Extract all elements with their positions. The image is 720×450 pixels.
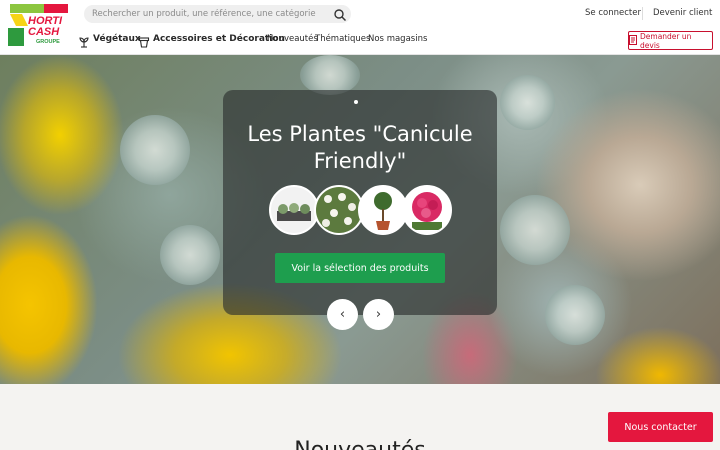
pot-icon bbox=[138, 33, 150, 48]
hero-background-plant bbox=[160, 225, 220, 285]
logo-text-groupe: GROUPE bbox=[36, 39, 60, 45]
hero-background-plant bbox=[300, 55, 360, 95]
hero-background-plant bbox=[120, 115, 190, 185]
logo-text-cash: CASH bbox=[28, 26, 60, 38]
chevron-right-icon: › bbox=[375, 307, 382, 322]
header-divider bbox=[642, 7, 643, 20]
search-bar bbox=[84, 5, 351, 23]
register-link[interactable]: Devenir client bbox=[653, 8, 712, 18]
hero-title: Les Plantes "Canicule Friendly" bbox=[247, 122, 473, 173]
plant-icon bbox=[78, 33, 90, 48]
contact-us-button[interactable]: Nous contacter bbox=[608, 412, 713, 442]
chevron-left-icon: ‹ bbox=[339, 307, 346, 322]
hero-background-plant bbox=[500, 75, 555, 130]
nav-item-thematiques[interactable]: Thématiques bbox=[315, 34, 370, 44]
carousel-prev-button[interactable]: ‹ bbox=[327, 299, 358, 330]
product-thumbnail-pink-flower[interactable] bbox=[402, 185, 452, 235]
hero-background-plant bbox=[545, 285, 605, 345]
nav-item-nouveautes[interactable]: Nouveautés bbox=[267, 34, 318, 44]
site-header: HORTI CASH GROUPE Se connecter Devenir c… bbox=[0, 0, 720, 55]
product-thumbnail-succulent-tray[interactable] bbox=[269, 185, 319, 235]
horticash-logo[interactable]: HORTI CASH GROUPE bbox=[8, 4, 70, 50]
hero-background-plant bbox=[500, 195, 570, 265]
carousel-next-button[interactable]: › bbox=[363, 299, 394, 330]
request-quote-button[interactable]: Demander un devis bbox=[628, 31, 713, 50]
login-link[interactable]: Se connecter bbox=[585, 8, 641, 18]
nav-item-magasins[interactable]: Nos magasins bbox=[368, 34, 427, 44]
document-icon bbox=[629, 34, 637, 47]
carousel-dot-active[interactable] bbox=[354, 100, 358, 104]
hero-banner: Les Plantes "Canicule Friendly" Voir la … bbox=[0, 55, 720, 384]
request-quote-label: Demander un devis bbox=[640, 31, 692, 50]
search-icon[interactable] bbox=[333, 7, 347, 22]
product-thumbnail-white-flowers[interactable] bbox=[314, 185, 364, 235]
view-selection-button[interactable]: Voir la sélection des produits bbox=[275, 253, 445, 283]
nav-item-accessoires[interactable]: Accessoires et Décoration bbox=[153, 34, 285, 44]
nav-item-vegetaux[interactable]: Végétaux bbox=[93, 34, 141, 44]
search-input[interactable] bbox=[92, 5, 332, 23]
product-thumbnail-topiary-tree[interactable] bbox=[358, 185, 408, 235]
